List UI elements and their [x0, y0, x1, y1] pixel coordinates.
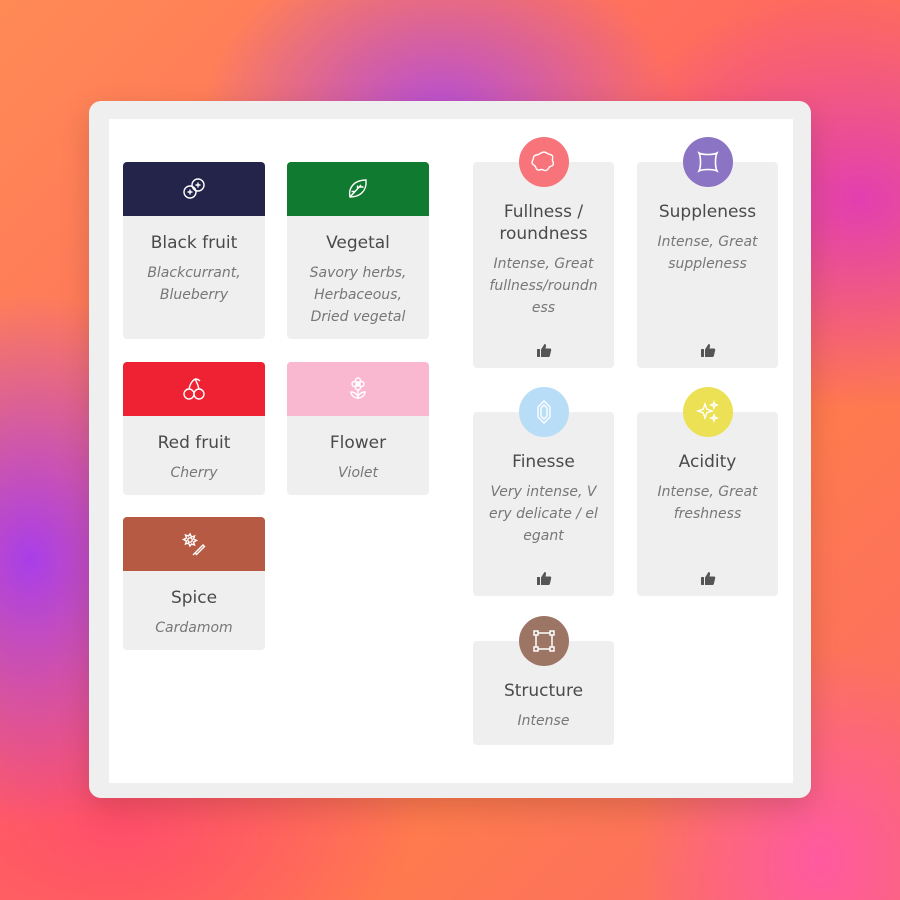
- like-button[interactable]: [637, 332, 778, 368]
- frame-icon: [532, 630, 555, 652]
- aroma-card-black-fruit: Black fruit Blackcurrant, Blueberry: [123, 162, 265, 339]
- aroma-description: Cardamom: [155, 620, 233, 636]
- aroma-description: Violet: [337, 465, 379, 481]
- trait-card-fullness: Fullness / roundness Intense, Great full…: [473, 137, 614, 368]
- aroma-title: Spice: [170, 588, 218, 608]
- aroma-title: Black fruit: [150, 233, 238, 253]
- aroma-band: [287, 362, 429, 416]
- trait-card-finesse: Finesse Very intense, Very delicate / el…: [473, 387, 614, 596]
- trait-description: Very intense, Very delicate / elegant: [489, 484, 598, 544]
- thumbs-up-icon: [700, 344, 715, 357]
- aroma-title: Vegetal: [326, 233, 390, 253]
- trait-circle: [518, 616, 569, 666]
- berries-icon: [183, 178, 205, 199]
- trait-description: Intense, Great freshness: [657, 484, 758, 522]
- trait-description: Intense, Great suppleness: [657, 234, 758, 272]
- like-button[interactable]: [473, 560, 614, 596]
- aroma-band: [287, 162, 429, 216]
- trait-title: Finesse: [512, 452, 575, 472]
- trait-card-acidity: Acidity Intense, Great freshness: [637, 387, 778, 596]
- cherry-icon: [183, 378, 205, 400]
- flower-icon: [350, 377, 366, 399]
- trait-circle: [518, 137, 569, 187]
- spice-icon: [181, 532, 206, 556]
- trait-circle: [682, 387, 733, 437]
- like-button[interactable]: [473, 332, 614, 368]
- aroma-card-vegetal: Vegetal Savory herbs, Herbaceous, Dried …: [287, 162, 429, 339]
- aroma-band: [123, 362, 265, 416]
- leaf-icon: [348, 179, 367, 198]
- aroma-description: Savory herbs, Herbaceous, Dried vegetal: [309, 265, 407, 325]
- square-curve-icon: [696, 151, 719, 173]
- like-button[interactable]: [637, 560, 778, 596]
- round-badge-icon: [530, 151, 554, 172]
- aroma-card-spice: Spice Cardamom: [123, 517, 265, 650]
- trait-title: Acidity: [678, 452, 737, 472]
- trait-title: Structure: [503, 681, 584, 701]
- trait-title: Suppleness: [658, 202, 757, 222]
- aroma-card-red-fruit: Red fruit Cherry: [123, 362, 265, 495]
- trait-description: Intense, Great fullness/roundness: [489, 256, 598, 316]
- aroma-panel: Black fruit Blackcurrant, Blueberry Vege…: [89, 101, 811, 798]
- panel-content: Black fruit Blackcurrant, Blueberry Vege…: [109, 119, 793, 783]
- trait-card-suppleness: Suppleness Intense, Great suppleness: [637, 137, 778, 368]
- trait-card-structure: Structure Intense: [473, 616, 614, 745]
- trait-title: Fullness / roundness: [499, 202, 588, 244]
- aroma-title: Flower: [329, 433, 387, 453]
- aroma-band: [123, 162, 265, 216]
- trait-circle: [518, 387, 569, 437]
- aroma-description: Cherry: [170, 465, 218, 481]
- aroma-band: [123, 517, 265, 571]
- trait-circle: [682, 137, 733, 187]
- trait-description: Intense: [517, 713, 570, 729]
- thumbs-up-icon: [536, 344, 551, 357]
- aroma-description: Blackcurrant, Blueberry: [147, 265, 241, 303]
- gem-icon: [536, 400, 551, 424]
- thumbs-up-icon: [536, 572, 551, 585]
- thumbs-up-icon: [700, 572, 715, 585]
- sparkle-icon: [695, 399, 719, 424]
- aroma-title: Red fruit: [157, 433, 231, 453]
- aroma-card-flower: Flower Violet: [287, 362, 429, 495]
